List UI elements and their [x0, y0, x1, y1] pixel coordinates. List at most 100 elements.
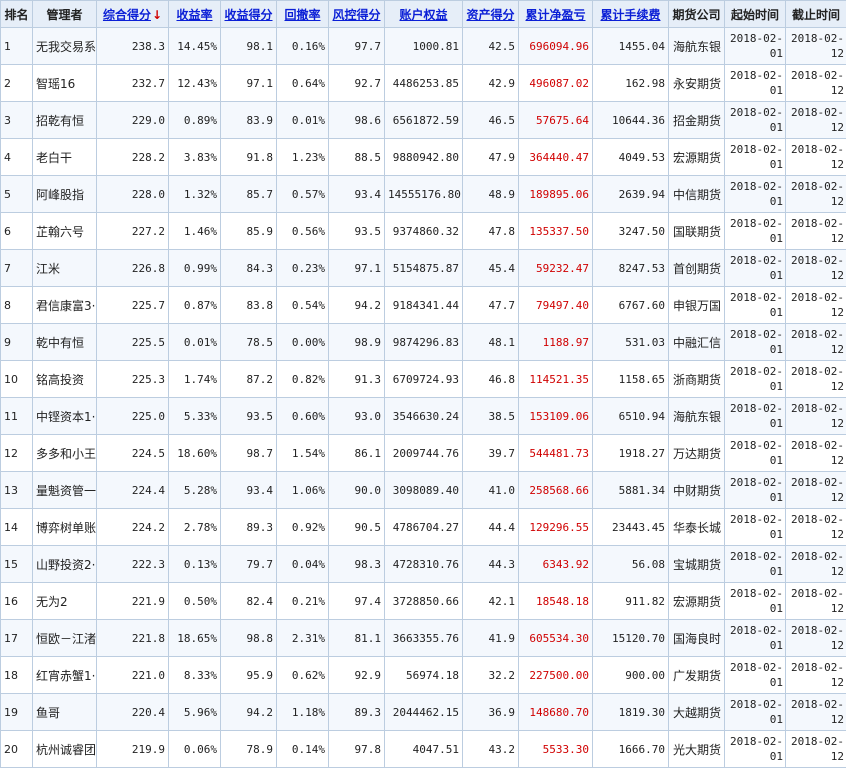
cell-score: 228.0: [97, 176, 169, 213]
cell-manager[interactable]: 红宵赤蟹1·: [33, 657, 97, 694]
cell-start: 2018-02-01: [725, 509, 786, 546]
cell-start: 2018-02-01: [725, 657, 786, 694]
cell-manager[interactable]: 恒欧－江渚: [33, 620, 97, 657]
cell-return_score: 83.8: [221, 287, 277, 324]
date-part-year-month: 2018-02-: [788, 105, 844, 120]
cell-drawdown: 0.01%: [277, 102, 329, 139]
cell-company: 宏源期货: [669, 583, 725, 620]
cell-start: 2018-02-01: [725, 28, 786, 65]
column-header-equity[interactable]: 账户权益: [385, 1, 463, 28]
cell-manager[interactable]: 多多和小王: [33, 435, 97, 472]
cell-risk_score: 86.1: [329, 435, 385, 472]
date-part-year-month: 2018-02-: [727, 142, 783, 157]
date-part-year-month: 2018-02-: [788, 623, 844, 638]
cell-risk_score: 92.9: [329, 657, 385, 694]
cell-manager[interactable]: 博弈树单账: [33, 509, 97, 546]
cell-manager[interactable]: 芷翰六号: [33, 213, 97, 250]
date-part-day: 12: [788, 749, 844, 764]
column-header-fees[interactable]: 累计手续费: [593, 1, 669, 28]
cell-net_profit: 153109.06: [519, 398, 593, 435]
date-part-day: 12: [788, 83, 844, 98]
cell-equity: 3728850.66: [385, 583, 463, 620]
cell-risk_score: 97.7: [329, 28, 385, 65]
date-part-day: 01: [727, 379, 783, 394]
cell-manager[interactable]: 山野投资2·: [33, 546, 97, 583]
cell-manager[interactable]: 量魁资管一: [33, 472, 97, 509]
cell-return_score: 85.7: [221, 176, 277, 213]
sort-desc-icon[interactable]: ↓: [152, 8, 162, 22]
date-text: 2018-02-01: [727, 142, 783, 172]
cell-company: 永安期货: [669, 65, 725, 102]
cell-manager[interactable]: 君信康富3·: [33, 287, 97, 324]
table-row: 16无为2221.90.50%82.40.21%97.43728850.6642…: [1, 583, 846, 620]
column-header-return_score[interactable]: 收益得分: [221, 1, 277, 28]
cell-rank: 8: [1, 287, 33, 324]
date-part-day: 12: [788, 675, 844, 690]
cell-manager[interactable]: 阿峰股指: [33, 176, 97, 213]
date-part-year-month: 2018-02-: [727, 734, 783, 749]
date-part-year-month: 2018-02-: [727, 179, 783, 194]
cell-manager[interactable]: 鱼哥: [33, 694, 97, 731]
cell-end: 2018-02-12: [786, 472, 846, 509]
column-header-asset_score[interactable]: 资产得分: [463, 1, 519, 28]
cell-risk_score: 89.3: [329, 694, 385, 731]
column-header-return_rate[interactable]: 收益率: [169, 1, 221, 28]
cell-manager[interactable]: 招乾有恒: [33, 102, 97, 139]
cell-equity: 9880942.80: [385, 139, 463, 176]
column-header-label: 回撤率: [284, 8, 320, 22]
cell-start: 2018-02-01: [725, 472, 786, 509]
cell-drawdown: 0.62%: [277, 657, 329, 694]
cell-start: 2018-02-01: [725, 102, 786, 139]
table-row: 13量魁资管一224.45.28%93.41.06%90.03098089.40…: [1, 472, 846, 509]
cell-asset_score: 44.3: [463, 546, 519, 583]
date-part-year-month: 2018-02-: [727, 660, 783, 675]
column-header-drawdown[interactable]: 回撤率: [277, 1, 329, 28]
cell-return_rate: 0.13%: [169, 546, 221, 583]
cell-risk_score: 90.0: [329, 472, 385, 509]
cell-score: 221.9: [97, 583, 169, 620]
cell-score: 224.2: [97, 509, 169, 546]
cell-company: 中融汇信: [669, 324, 725, 361]
cell-equity: 4728310.76: [385, 546, 463, 583]
cell-net_profit: 18548.18: [519, 583, 593, 620]
table-row: 15山野投资2·222.30.13%79.70.04%98.34728310.7…: [1, 546, 846, 583]
cell-net_profit: 59232.47: [519, 250, 593, 287]
cell-net_profit: 5533.30: [519, 731, 593, 768]
column-header-net_profit[interactable]: 累计净盈亏: [519, 1, 593, 28]
cell-manager[interactable]: 铭高投资: [33, 361, 97, 398]
column-header-risk_score[interactable]: 风控得分: [329, 1, 385, 28]
cell-manager[interactable]: 乾中有恒: [33, 324, 97, 361]
cell-asset_score: 47.8: [463, 213, 519, 250]
cell-manager[interactable]: 杭州诚睿团: [33, 731, 97, 768]
cell-end: 2018-02-12: [786, 620, 846, 657]
cell-score: 225.7: [97, 287, 169, 324]
date-text: 2018-02-01: [727, 512, 783, 542]
cell-fees: 56.08: [593, 546, 669, 583]
cell-net_profit: 114521.35: [519, 361, 593, 398]
cell-return_rate: 8.33%: [169, 657, 221, 694]
cell-rank: 11: [1, 398, 33, 435]
date-text: 2018-02-12: [788, 216, 844, 246]
cell-drawdown: 1.06%: [277, 472, 329, 509]
cell-company: 广发期货: [669, 657, 725, 694]
cell-asset_score: 48.9: [463, 176, 519, 213]
date-part-day: 12: [788, 379, 844, 394]
header-row: 排名管理者综合得分↓收益率收益得分回撤率风控得分账户权益资产得分累计净盈亏累计手…: [1, 1, 846, 28]
cell-manager[interactable]: 智瑶16: [33, 65, 97, 102]
cell-equity: 6561872.59: [385, 102, 463, 139]
cell-rank: 17: [1, 620, 33, 657]
cell-drawdown: 1.23%: [277, 139, 329, 176]
table-row: 1无我交易系238.314.45%98.10.16%97.71000.8142.…: [1, 28, 846, 65]
date-part-day: 01: [727, 268, 783, 283]
column-header-score[interactable]: 综合得分↓: [97, 1, 169, 28]
cell-return_score: 98.1: [221, 28, 277, 65]
cell-manager[interactable]: 无为2: [33, 583, 97, 620]
cell-manager[interactable]: 老白干: [33, 139, 97, 176]
cell-net_profit: 1188.97: [519, 324, 593, 361]
cell-company: 宝城期货: [669, 546, 725, 583]
cell-manager[interactable]: 无我交易系: [33, 28, 97, 65]
column-header-rank: 排名: [1, 1, 33, 28]
cell-manager[interactable]: 江米: [33, 250, 97, 287]
date-part-day: 12: [788, 564, 844, 579]
cell-manager[interactable]: 中铿资本1·: [33, 398, 97, 435]
